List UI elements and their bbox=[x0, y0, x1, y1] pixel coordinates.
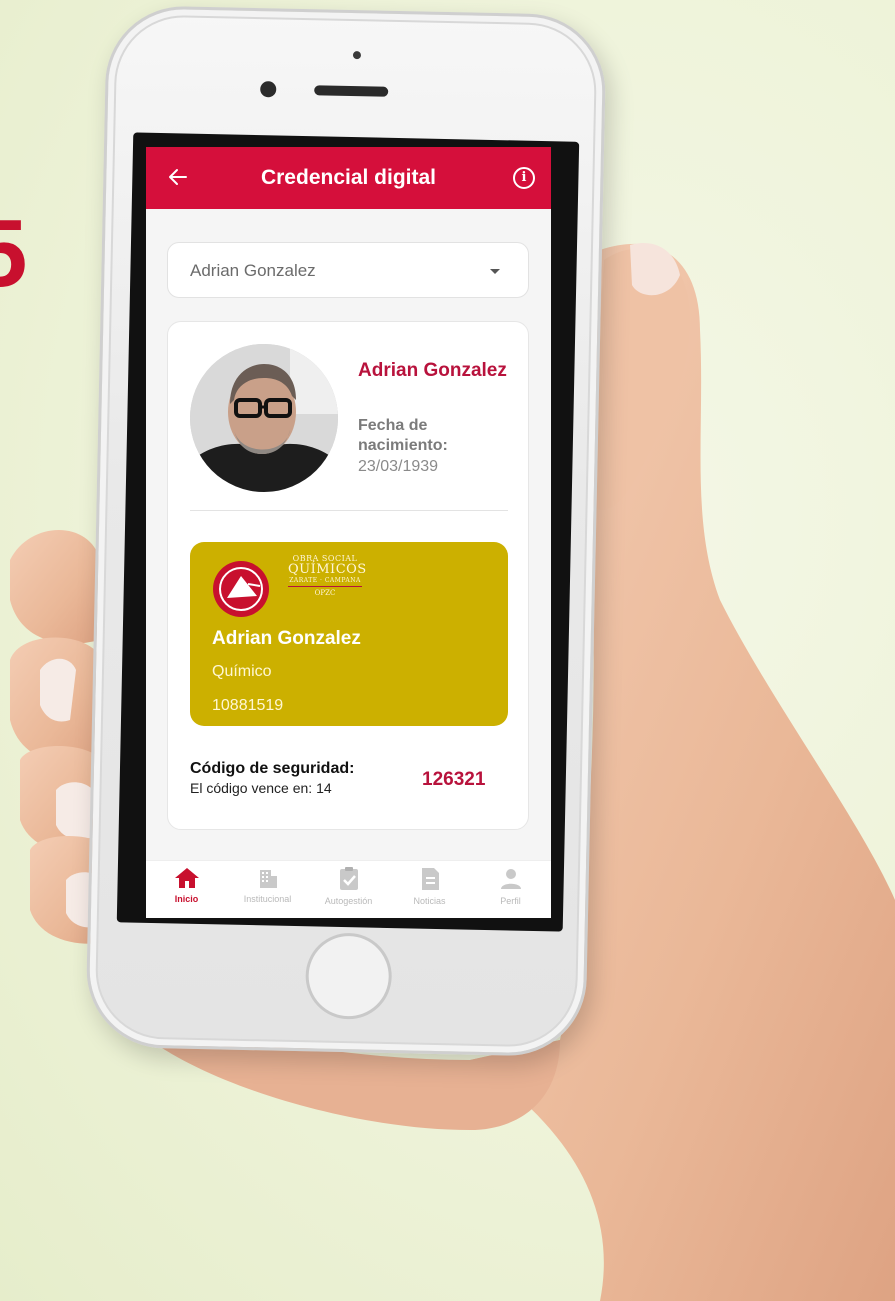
divider bbox=[190, 510, 508, 511]
nav-label-inicio: Inicio bbox=[174, 894, 199, 904]
home-icon bbox=[174, 868, 199, 888]
logo-line-4: OPZC bbox=[314, 589, 336, 597]
sensor-dot bbox=[352, 51, 362, 60]
clipboard-check-icon bbox=[339, 867, 358, 890]
nav-label-noticias: Noticias bbox=[413, 896, 446, 906]
member-select-value: Adrian Gonzalez bbox=[190, 261, 316, 280]
member-credential: OBRA SOCIAL QUÍMICOS ZARATE · CAMPANA OP… bbox=[190, 542, 508, 726]
info-icon[interactable]: i bbox=[513, 167, 535, 189]
nav-item-institucional[interactable]: Institucional bbox=[227, 865, 308, 917]
person-icon bbox=[500, 869, 521, 889]
document-icon bbox=[421, 868, 439, 890]
obra-social-logo-icon bbox=[212, 560, 270, 618]
nav-label-institucional: Institucional bbox=[243, 894, 292, 904]
security-code-expiry: El código vence en: 14 bbox=[190, 780, 332, 796]
home-button[interactable] bbox=[304, 932, 393, 1021]
profile-name: Adrian Gonzalez bbox=[358, 360, 507, 381]
logo-line-3: ZARATE · CAMPANA bbox=[289, 577, 361, 584]
dob-value: 23/03/1939 bbox=[358, 458, 439, 475]
credential-card: Adrian Gonzalez Fecha de nacimiento: 23/… bbox=[167, 321, 529, 830]
nav-item-perfil[interactable]: Perfil bbox=[470, 865, 551, 917]
bottom-nav: Inicio Institucional Autogestión Noticia… bbox=[146, 860, 551, 918]
security-code-value: 126321 bbox=[422, 769, 486, 790]
page-title: Credencial digital bbox=[260, 166, 437, 189]
nav-item-autogestion[interactable]: Autogestión bbox=[308, 865, 389, 917]
app-bar: Credencial digital i bbox=[146, 147, 551, 209]
dob-label: Fecha de nacimiento: bbox=[358, 417, 448, 454]
credential-number: 10881519 bbox=[212, 697, 284, 714]
chevron-down-icon bbox=[490, 269, 500, 274]
logo-rule bbox=[288, 586, 362, 587]
credential-name: Adrian Gonzalez bbox=[212, 628, 361, 649]
earpiece-speaker bbox=[314, 85, 389, 97]
credential-role: Químico bbox=[212, 663, 272, 680]
nav-item-noticias[interactable]: Noticias bbox=[389, 865, 470, 917]
avatar bbox=[190, 344, 338, 492]
nav-label-perfil: Perfil bbox=[500, 896, 521, 906]
nav-label-autogestion: Autogestión bbox=[324, 896, 373, 906]
app-screen: Credencial digital i Adrian Gonzalez Adr… bbox=[146, 147, 551, 918]
member-select[interactable]: Adrian Gonzalez bbox=[167, 242, 529, 298]
security-code-label: Código de seguridad: bbox=[190, 760, 355, 777]
logo-line-2: QUÍMICOS bbox=[288, 562, 367, 577]
building-icon bbox=[259, 870, 277, 888]
front-camera bbox=[260, 81, 277, 98]
logo-wordmark: OBRA SOCIAL QUÍMICOS ZARATE · CAMPANA OP… bbox=[288, 554, 367, 597]
nav-item-inicio[interactable]: Inicio bbox=[146, 865, 227, 917]
